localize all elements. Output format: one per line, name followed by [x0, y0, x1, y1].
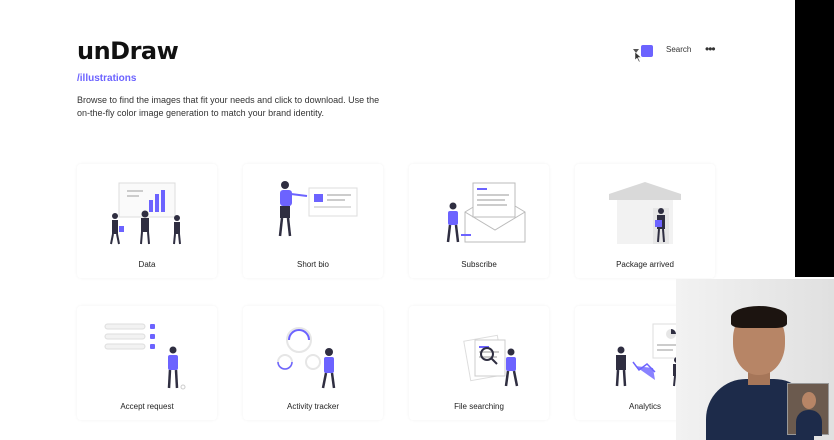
- intro-text: Browse to find the images that fit your …: [77, 95, 380, 118]
- short-bio-illustration-icon: [278, 181, 358, 237]
- card-data[interactable]: Data: [77, 164, 217, 278]
- mouse-cursor-icon: [635, 52, 642, 62]
- page-subtitle: /illustrations: [77, 73, 137, 84]
- card-label: Subscribe: [461, 260, 497, 269]
- presenter-hair: [731, 306, 787, 328]
- card-label: Activity tracker: [286, 402, 339, 411]
- more-icon[interactable]: •••: [705, 43, 716, 55]
- card-subscribe[interactable]: Subscribe: [409, 164, 549, 278]
- card-short-bio[interactable]: Short bio: [243, 164, 383, 278]
- file-searching-illustration-icon: [463, 334, 519, 387]
- self-view-head: [802, 392, 816, 409]
- card-accept-request[interactable]: Accept request: [77, 306, 217, 420]
- package-arrived-illustration-icon: [609, 182, 681, 244]
- activity-tracker-illustration-icon: [277, 327, 336, 389]
- card-file-searching[interactable]: File searching: [409, 306, 549, 420]
- search-link[interactable]: Search: [666, 45, 691, 54]
- card-label: File searching: [454, 402, 504, 411]
- logo[interactable]: unDraw: [77, 37, 179, 65]
- card-label: Package arrived: [616, 260, 674, 269]
- card-activity-tracker[interactable]: Activity tracker: [243, 306, 383, 420]
- accept-request-illustration-icon: [104, 323, 186, 390]
- data-illustration-icon: [110, 182, 181, 245]
- webcam-self-view: [787, 383, 829, 436]
- self-view-body: [796, 410, 822, 436]
- card-label: Short bio: [296, 260, 330, 269]
- subscribe-illustration-icon: [446, 182, 526, 243]
- card-label: Data: [138, 260, 156, 269]
- card-package-arrived[interactable]: Package arrived: [575, 164, 715, 278]
- webcam-overlay: [676, 279, 834, 440]
- card-label: Accept request: [120, 402, 174, 411]
- screen-edge: [795, 0, 834, 277]
